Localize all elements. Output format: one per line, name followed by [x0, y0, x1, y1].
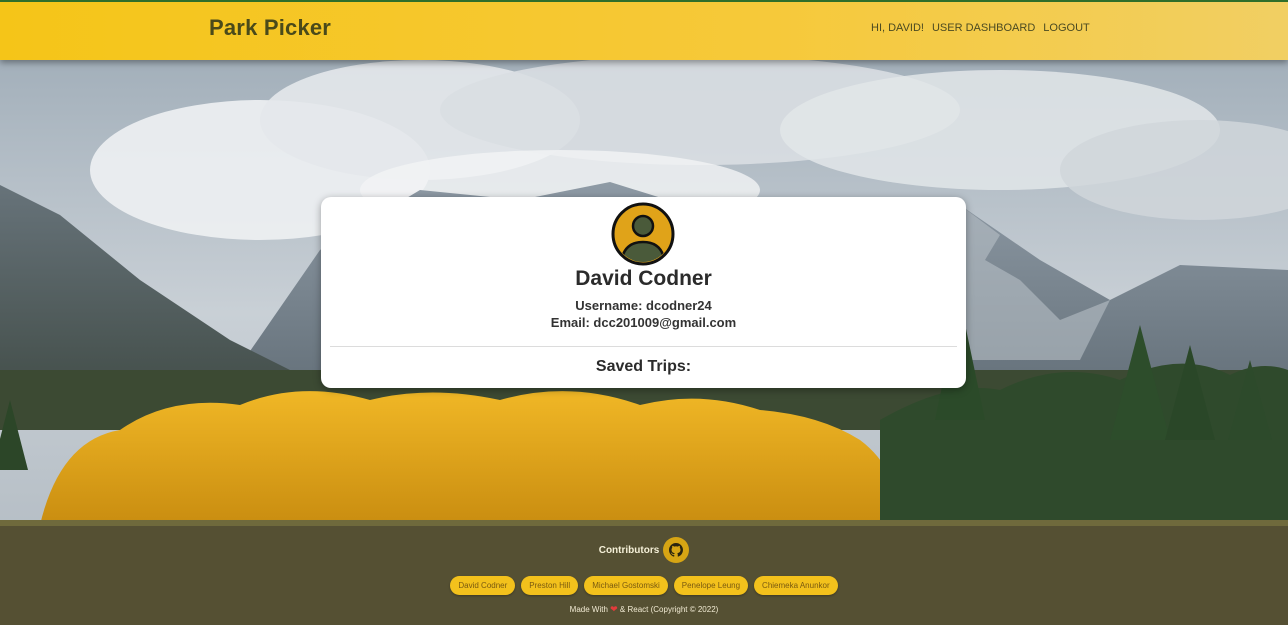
top-navbar: Park Picker HI, DAVID! USER DASHBOARD LO… — [0, 0, 1288, 60]
profile-username: Username: dcodner24 — [575, 298, 712, 313]
contributors-label: Contributors — [598, 544, 660, 556]
github-icon — [669, 543, 684, 557]
contributor-chip[interactable]: David Codner — [450, 576, 516, 595]
contributor-chip[interactable]: Michael Gostomski — [584, 576, 668, 595]
heart-icon: ❤ — [610, 604, 618, 614]
saved-trips-heading: Saved Trips: — [595, 358, 692, 375]
footer: Contributors David Codner Preston Hill M… — [0, 526, 1288, 625]
nav-greeting: HI, DAVID! — [871, 22, 924, 34]
page: Park Picker HI, DAVID! USER DASHBOARD LO… — [0, 0, 1288, 625]
nav-link-logout[interactable]: LOGOUT — [1043, 22, 1089, 34]
contributor-chip[interactable]: Chiemeka Anunkor — [754, 576, 838, 595]
nav-link-user-dashboard[interactable]: USER DASHBOARD — [932, 22, 1035, 34]
user-avatar-icon — [611, 202, 675, 266]
profile-email: Email: dcc201009@gmail.com — [550, 315, 737, 330]
contributors-row: Contributors — [0, 537, 1288, 563]
made-with-copyright: Made With ❤ & React (Copyright © 2022) — [0, 604, 1288, 615]
profile-card: David Codner Username: dcodner24 Email: … — [321, 197, 966, 388]
nav-links: HI, DAVID! USER DASHBOARD LOGOUT — [871, 22, 1090, 34]
made-with-suffix: & React (Copyright © 2022) — [619, 605, 719, 614]
made-with-prefix: Made With — [569, 605, 608, 614]
contributor-chip[interactable]: Preston Hill — [521, 576, 579, 595]
brand-logo-text[interactable]: Park Picker — [209, 15, 331, 41]
contributor-chips: David Codner Preston Hill Michael Gostom… — [0, 576, 1288, 595]
profile-name: David Codner — [575, 267, 712, 290]
github-link-button[interactable] — [663, 537, 690, 563]
contributor-chip[interactable]: Penelope Leung — [673, 576, 749, 595]
card-divider — [330, 346, 957, 347]
